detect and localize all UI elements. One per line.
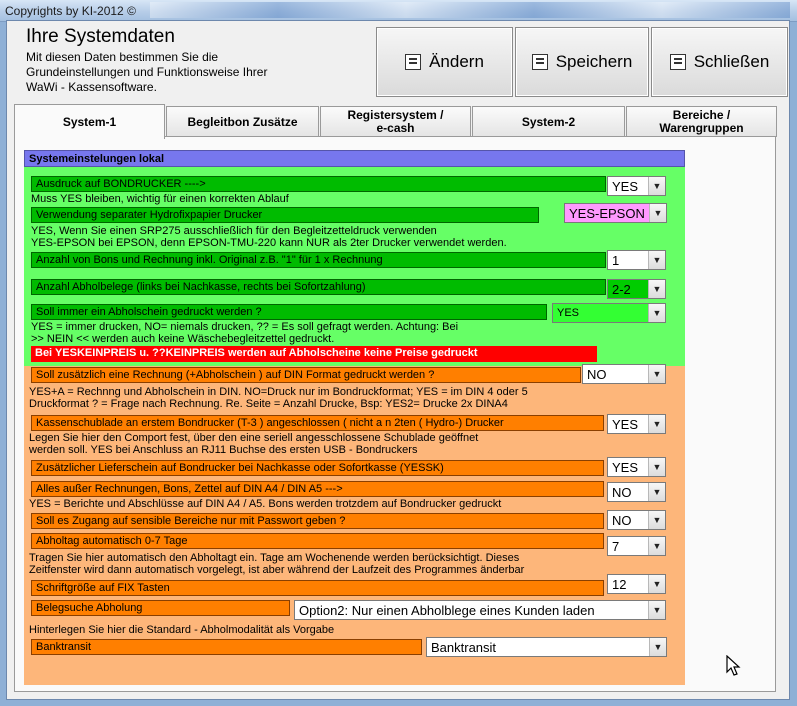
lieferschein-value: YES <box>612 459 639 475</box>
page-title: Ihre Systemdaten <box>26 26 175 47</box>
abholschein-note: YES = immer drucken, NO= niemals drucken… <box>31 321 459 345</box>
abholbelege-label: Anzahl Abholbelege (links bei Nachkasse,… <box>31 279 606 295</box>
abholschein-value: YES <box>557 307 580 319</box>
abholbelege-select[interactable]: 2-2 ▼ <box>607 279 666 299</box>
schriftgroesse-select[interactable]: 12 ▼ <box>607 574 666 594</box>
abholschein-warning: Bei YESKEINPREIS u. ??KEINPREIS werden a… <box>31 346 597 362</box>
abholtag-label: Abholtag automatisch 0-7 Tage <box>31 533 604 549</box>
abholtag-select[interactable]: 7 ▼ <box>607 536 666 556</box>
bondrucker-value: YES <box>612 178 639 194</box>
chevron-down-icon[interactable]: ▼ <box>648 251 665 269</box>
banktransit-label: Banktransit <box>31 639 422 655</box>
tab-system-1[interactable]: System-1 <box>14 104 165 139</box>
window-title: Copyrights by KI-2012 © <box>5 4 136 18</box>
page-description: Mit diesen Daten bestimmen Sie die Grund… <box>26 50 268 94</box>
chevron-down-icon[interactable]: ▼ <box>648 365 665 383</box>
belegsuche-label: Belegsuche Abholung <box>31 600 290 616</box>
passwort-label: Soll es Zugang auf sensible Bereiche nur… <box>31 513 604 529</box>
exit-icon <box>669 54 686 70</box>
tab-begleitbon-zusaetze[interactable]: Begleitbon Zusätze <box>166 106 319 137</box>
kassenschublade-note: Legen Sie hier den Comport fest, über de… <box>29 432 479 456</box>
belegsuche-note: Hinterlegen Sie hier die Standard - Abho… <box>29 624 335 636</box>
chevron-down-icon[interactable]: ▼ <box>648 458 665 476</box>
tab-registersystem[interactable]: Registersystem / e-cash <box>320 106 471 137</box>
abholtag-value: 7 <box>612 538 620 554</box>
lieferschein-select[interactable]: YES ▼ <box>607 457 666 477</box>
abholbelege-value: 2-2 <box>612 281 631 297</box>
kassenschublade-label: Kassenschublade an erstem Bondrucker (T-… <box>31 415 604 431</box>
tab-bereiche-warengruppen[interactable]: Bereiche / Warengruppen <box>626 106 777 137</box>
close-button[interactable]: Schließen <box>651 27 788 97</box>
bondrucker-select[interactable]: YES ▼ <box>607 176 666 196</box>
chevron-down-icon[interactable]: ▼ <box>648 415 665 433</box>
close-button-label: Schließen <box>693 52 770 71</box>
chevron-down-icon[interactable]: ▼ <box>648 280 665 298</box>
title-bar-decoration <box>150 2 790 18</box>
din-format-note: YES+A = Rechnng und Abholschein in DIN. … <box>29 386 528 410</box>
kassenschublade-value: YES <box>612 416 639 432</box>
belegsuche-value: Option2: Nur einen Abholblege eines Kund… <box>299 602 595 618</box>
chevron-down-icon[interactable]: ▼ <box>648 575 665 593</box>
chevron-down-icon[interactable]: ▼ <box>648 511 665 529</box>
belegsuche-select[interactable]: Option2: Nur einen Abholblege eines Kund… <box>294 600 666 620</box>
change-button-label: Ändern <box>429 52 484 71</box>
banktransit-value: Banktransit <box>431 639 497 655</box>
din-a4-value: NO <box>612 484 632 500</box>
hydrofix-note: YES, Wenn Sie einen SRP275 ausschließlic… <box>31 225 507 249</box>
chevron-down-icon[interactable]: ▼ <box>649 638 666 656</box>
banktransit-select[interactable]: Banktransit ▼ <box>426 637 667 657</box>
schriftgroesse-label: Schriftgröße auf FIX Tasten <box>31 580 604 596</box>
anzahl-bons-select[interactable]: 1 ▼ <box>607 250 666 270</box>
kassenschublade-select[interactable]: YES ▼ <box>607 414 666 434</box>
hydrofix-value: YES-EPSON <box>569 205 645 221</box>
abholschein-label: Soll immer ein Abholschein gedruckt werd… <box>31 304 547 320</box>
abholtag-note: Tragen Sie hier automatisch den Abholtag… <box>29 552 525 576</box>
bondrucker-note: Muss YES bleiben, wichtig für einen korr… <box>31 193 289 205</box>
edit-icon <box>405 54 422 70</box>
passwort-value: NO <box>612 512 632 528</box>
anzahl-bons-label: Anzahl von Bons und Rechnung inkl. Origi… <box>31 252 606 268</box>
hydrofix-select[interactable]: YES-EPSON ▼ <box>564 203 667 223</box>
schriftgroesse-value: 12 <box>612 576 627 592</box>
chevron-down-icon[interactable]: ▼ <box>648 304 665 322</box>
chevron-down-icon[interactable]: ▼ <box>648 537 665 555</box>
bondrucker-label: Ausdruck auf BONDRUCKER ----> <box>31 176 606 192</box>
din-format-select[interactable]: NO ▼ <box>582 364 666 384</box>
abholschein-select[interactable]: YES ▼ <box>552 303 666 323</box>
chevron-down-icon[interactable]: ▼ <box>648 483 665 501</box>
section-header: Systemeinstelungen lokal <box>24 150 685 167</box>
din-a4-note: YES = Berichte und Abschlüsse auf DIN A4… <box>29 498 502 510</box>
save-button-label: Speichern <box>555 52 633 71</box>
din-format-value: NO <box>587 366 607 382</box>
tab-system-2[interactable]: System-2 <box>472 106 625 137</box>
passwort-select[interactable]: NO ▼ <box>607 510 666 530</box>
din-format-label: Soll zusätzlich eine Rechnung (+Abholsch… <box>31 367 581 383</box>
hydrofix-label: Verwendung separater Hydrofixpapier Druc… <box>31 207 539 223</box>
change-button[interactable]: Ändern <box>376 27 513 97</box>
chevron-down-icon[interactable]: ▼ <box>648 177 665 195</box>
lieferschein-label: Zusätzlicher Lieferschein auf Bondrucker… <box>31 460 604 476</box>
anzahl-bons-value: 1 <box>612 252 620 268</box>
title-bar: Copyrights by KI-2012 © <box>0 0 797 22</box>
save-button[interactable]: Speichern <box>515 27 649 97</box>
din-a4-label: Alles außer Rechnungen, Bons, Zettel auf… <box>31 481 604 497</box>
din-a4-select[interactable]: NO ▼ <box>607 482 666 502</box>
chevron-down-icon[interactable]: ▼ <box>648 601 665 619</box>
chevron-down-icon[interactable]: ▼ <box>649 204 666 222</box>
save-icon <box>531 54 548 70</box>
